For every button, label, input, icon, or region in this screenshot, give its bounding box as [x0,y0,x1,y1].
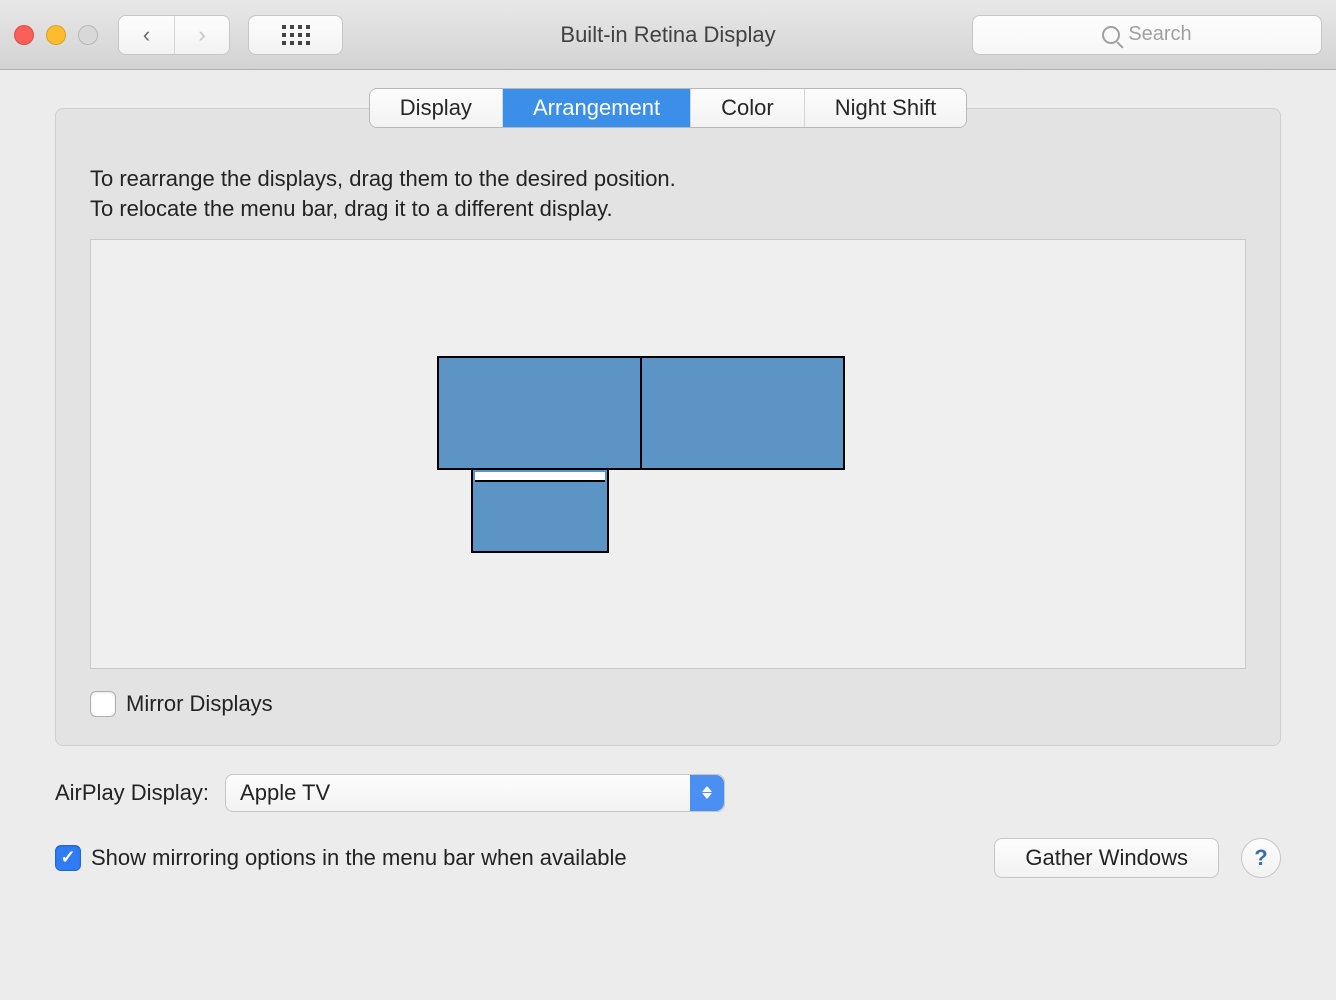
search-icon [1102,26,1120,44]
minimize-window-button[interactable] [46,25,66,45]
external-display-2[interactable] [640,356,845,470]
tab-display[interactable]: Display [370,89,502,127]
show-mirroring-checkbox[interactable]: ✓ [55,845,81,871]
help-icon: ? [1254,845,1267,871]
zoom-window-button [78,25,98,45]
select-arrows-icon [690,775,724,811]
close-window-button[interactable] [14,25,34,45]
forward-button: › [174,16,229,54]
airplay-value: Apple TV [240,780,330,806]
chevron-right-icon: › [198,22,205,48]
airplay-row: AirPlay Display: Apple TV [55,774,1281,812]
mirror-displays-label: Mirror Displays [126,691,273,717]
tab-bar: Display Arrangement Color Night Shift [369,88,967,128]
instructions: To rearrange the displays, drag them to … [90,164,1246,225]
grid-icon [282,25,310,45]
help-button[interactable]: ? [1241,838,1281,878]
tab-color[interactable]: Color [690,89,804,127]
instructions-line-1: To rearrange the displays, drag them to … [90,164,1246,194]
airplay-label: AirPlay Display: [55,780,209,806]
gather-windows-button[interactable]: Gather Windows [994,838,1219,878]
bottom-row: ✓ Show mirroring options in the menu bar… [55,838,1281,878]
search-placeholder: Search [1128,23,1191,46]
back-button[interactable]: ‹ [119,16,174,54]
tab-arrangement[interactable]: Arrangement [502,89,690,127]
external-display-1[interactable] [437,356,642,470]
nav-back-forward: ‹ › [118,15,230,55]
mirror-displays-checkbox[interactable] [90,691,116,717]
titlebar: ‹ › Built-in Retina Display Search [0,0,1336,70]
builtin-display[interactable] [471,468,609,553]
display-arrangement-area[interactable] [90,239,1246,669]
search-input[interactable]: Search [972,15,1322,55]
instructions-line-2: To relocate the menu bar, drag it to a d… [90,194,1246,224]
window-controls [14,25,98,45]
show-mirroring-label: Show mirroring options in the menu bar w… [91,845,627,871]
window-body: Display Arrangement Color Night Shift To… [0,70,1336,878]
tab-night-shift[interactable]: Night Shift [804,89,967,127]
arrangement-panel: To rearrange the displays, drag them to … [55,108,1281,746]
chevron-left-icon: ‹ [143,22,150,48]
window-title: Built-in Retina Display [560,22,775,48]
gather-windows-label: Gather Windows [1025,845,1188,871]
menu-bar-strip[interactable] [475,472,605,482]
mirror-displays-row: Mirror Displays [90,691,1246,717]
airplay-select[interactable]: Apple TV [225,774,725,812]
show-all-prefs-button[interactable] [248,15,343,55]
